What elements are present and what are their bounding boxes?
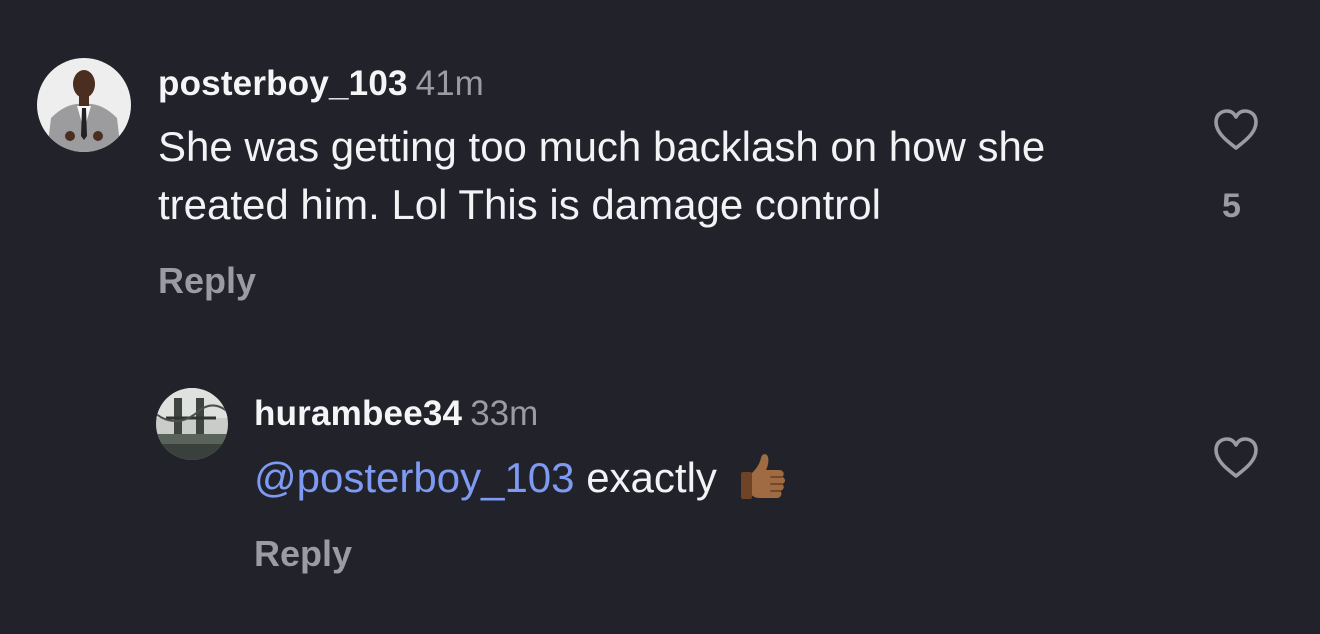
avatar-man-in-suit-icon [37,58,131,152]
heart-icon [1214,437,1258,478]
username[interactable]: hurambee34 [254,394,462,433]
comment-text-body: exactly [586,454,717,501]
heart-icon [1214,109,1258,150]
avatar[interactable] [37,58,131,152]
timestamp: 41m [415,64,484,103]
like-button[interactable] [1212,108,1260,152]
like-count: 5 [1222,187,1241,225]
timestamp: 33m [470,394,539,433]
comment-header: posterboy_103 41m [158,64,484,104]
reply-button[interactable]: Reply [158,260,256,302]
avatar[interactable] [156,388,228,460]
username[interactable]: posterboy_103 [158,64,408,103]
reply-button[interactable]: Reply [254,533,352,575]
comment-hurambee34: hurambee34 33m @posterboy_103 exactly Rep… [0,330,1320,634]
like-button[interactable] [1212,436,1260,480]
comment-text: @posterboy_103 exactly [254,448,793,519]
comment-posterboy_103: posterboy_103 41m She was getting too muc… [0,0,1320,330]
avatar-bridge-photo-icon [156,388,228,460]
user-mention[interactable]: @posterboy_103 [254,454,575,501]
comment-text: She was getting too much backlash on how… [158,123,1046,228]
thumbs-up-icon [737,448,793,519]
comment-header: hurambee34 33m [254,394,538,434]
